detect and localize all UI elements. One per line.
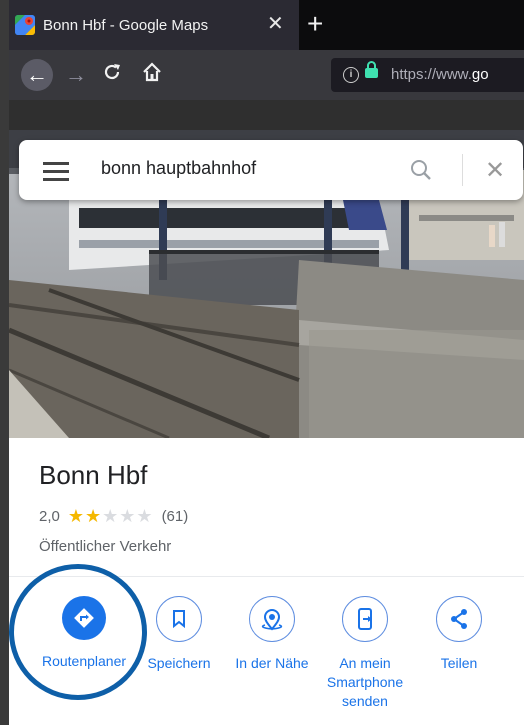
info-icon[interactable]: i	[343, 67, 359, 83]
back-arrow-icon[interactable]: ←	[21, 59, 53, 91]
place-category[interactable]: Öffentlicher Verkehr	[39, 538, 171, 555]
rating-row: 2,0 ★★★★★ (61)	[39, 506, 188, 527]
send-to-phone-button[interactable]: An mein Smartphone senden	[315, 596, 415, 711]
save-label: Speichern	[147, 655, 211, 671]
tab-title: Bonn Hbf - Google Maps	[43, 16, 209, 34]
forward-arrow-icon[interactable]: →	[65, 62, 87, 88]
tab-google-maps[interactable]: Bonn Hbf - Google Maps ✕	[9, 0, 299, 50]
star-icon: ★	[67, 506, 85, 526]
place-title: Bonn Hbf	[39, 460, 148, 490]
share-button[interactable]: Teilen	[409, 596, 509, 673]
address-bar[interactable]: i https://www.go	[331, 58, 524, 92]
star-empty-icon: ★	[102, 506, 120, 526]
bookmark-icon	[156, 596, 202, 642]
home-icon[interactable]	[141, 61, 163, 89]
send-to-phone-label: An mein Smartphone senden	[326, 655, 404, 709]
browser-window: Bonn Hbf - Google Maps ✕ + ← → i https:/…	[0, 0, 524, 725]
search-box[interactable]: bonn hauptbahnhof ✕	[19, 140, 523, 200]
star-icon: ★	[85, 506, 103, 526]
tab-bar: Bonn Hbf - Google Maps ✕ +	[9, 0, 524, 50]
clear-search-close-icon[interactable]: ✕	[485, 156, 505, 185]
star-empty-icon: ★	[136, 506, 154, 526]
search-input[interactable]: bonn hauptbahnhof	[101, 158, 256, 179]
highlight-circle	[9, 564, 147, 700]
url-text: https://www.go	[391, 66, 489, 83]
search-divider	[462, 154, 463, 186]
star-empty-icon: ★	[119, 506, 137, 526]
hamburger-menu-icon[interactable]	[43, 162, 69, 181]
maps-page: bonn hauptbahnhof ✕ Bonn Hbf 2,0 ★★★★★ (…	[9, 100, 524, 725]
new-tab-button[interactable]: +	[307, 10, 323, 38]
rating-value: 2,0	[39, 508, 60, 525]
search-icon[interactable]	[409, 158, 433, 182]
nearby-button[interactable]: In der Nähe	[222, 596, 322, 673]
share-label: Teilen	[440, 655, 478, 671]
lock-icon	[365, 61, 378, 78]
share-icon	[436, 596, 482, 642]
tab-close-icon[interactable]: ✕	[267, 14, 284, 34]
page-top-strip	[9, 100, 524, 130]
send-to-phone-icon	[342, 596, 388, 642]
nearby-icon	[249, 596, 295, 642]
reload-icon[interactable]	[101, 61, 123, 89]
nearby-label: In der Nähe	[235, 655, 309, 671]
review-count[interactable]: (61)	[162, 508, 189, 525]
window-left-edge	[0, 0, 9, 725]
rating-stars: ★★★★★	[68, 506, 154, 527]
navigation-bar: ← → i https://www.go	[9, 50, 524, 100]
google-maps-favicon-icon	[15, 15, 35, 35]
